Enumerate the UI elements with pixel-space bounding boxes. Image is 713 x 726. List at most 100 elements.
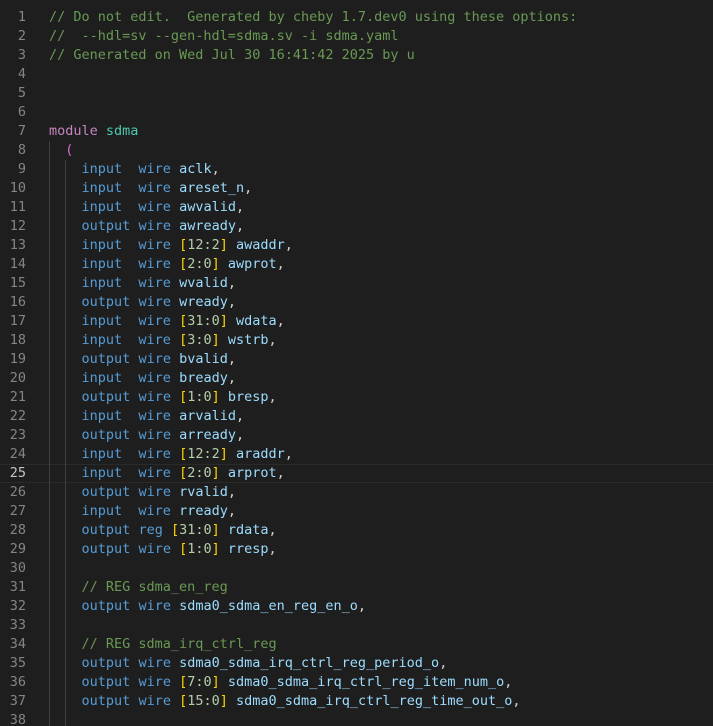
token-punct [171,465,179,481]
code-line[interactable]: 38 [0,711,713,726]
code-line[interactable]: 7 module sdma [0,122,713,141]
token-punct [228,693,236,709]
token-ident: sdma0_sdma_irq_ctrl_reg_time_out_o [236,693,513,709]
code-line[interactable]: 21 output wire [1:0] bresp, [0,388,713,407]
line-number: 5 [17,85,26,101]
token-ident: sdma0_sdma_irq_ctrl_reg_item_num_o [227,674,505,690]
code-line[interactable]: 15 input wire wvalid, [0,274,713,293]
code-line[interactable]: 24 input wire [12:2] araddr, [0,445,713,464]
token-punct: , [235,199,245,215]
code-line[interactable]: 2 // --hdl=sv --gen-hdl=sdma.sv -i sdma.y… [0,27,713,46]
token-punct [220,332,228,348]
token-keyword: input [81,370,123,386]
token-punct [220,541,228,557]
code-text: input wire [3:0] wstrb, [49,331,277,350]
code-line[interactable]: 3 // Generated on Wed Jul 30 16:41:42 202… [0,46,713,65]
token-bracket: ] [211,256,220,272]
token-punct [122,370,138,386]
token-punct [122,180,138,196]
code-line[interactable]: 8 ( [0,141,713,160]
token-punct [171,693,179,709]
code-text: // Do not edit. Generated by cheby 1.7.d… [49,8,577,27]
token-punct [122,256,138,272]
token-punct [171,389,179,405]
token-punct: , [357,598,367,614]
line-number: 3 [17,47,26,63]
code-line[interactable]: 30 [0,559,713,578]
token-type: wire [138,370,171,386]
code-line[interactable]: 18 input wire [3:0] wstrb, [0,331,713,350]
token-keyword: output [81,294,131,310]
token-punct: , [439,655,448,671]
code-line[interactable]: 13 input wire [12:2] awaddr, [0,236,713,255]
token-punct [220,256,228,272]
code-text: output wire [15:0] sdma0_sdma_irq_ctrl_r… [49,692,521,711]
token-punct [220,465,228,481]
line-number: 7 [17,123,26,139]
code-line[interactable]: 17 input wire [31:0] wdata, [0,312,713,331]
code-line[interactable]: 22 input wire arvalid, [0,407,713,426]
code-line[interactable]: 26 output wire rvalid, [0,483,713,502]
token-keyword: output [81,655,131,671]
token-keyword: input [81,275,123,291]
token-ident: wdata [236,313,277,329]
code-line[interactable]: 14 input wire [2:0] awprot, [0,255,713,274]
code-line[interactable]: 9 input wire aclk, [0,160,713,179]
token-bracket: ] [211,674,220,690]
code-editor[interactable]: 1 // Do not edit. Generated by cheby 1.7.… [0,0,713,726]
token-punct: , [227,503,236,519]
code-line[interactable]: 36 output wire [7:0] sdma0_sdma_irq_ctrl… [0,673,713,692]
code-line[interactable]: 11 input wire awvalid, [0,198,713,217]
token-punct [163,522,171,538]
code-line[interactable]: 32 output wire sdma0_sdma_en_reg_en_o, [0,597,713,616]
token-bracket: [ [179,332,188,348]
token-punct [122,313,138,329]
token-type: wire [138,313,171,329]
code-line[interactable]: 4 [0,65,713,84]
code-line[interactable]: 16 output wire wready, [0,293,713,312]
token-type: wire [138,332,171,348]
token-punct [122,503,138,519]
code-line[interactable]: 34 // REG sdma_irq_ctrl_reg [0,635,713,654]
token-type: wire [138,161,171,177]
token-ident: awready [179,218,236,234]
token-punct: , [211,161,220,177]
code-line[interactable]: 35 output wire sdma0_sdma_irq_ctrl_reg_p… [0,654,713,673]
line-number: 27 [9,503,26,519]
token-punct: , [227,370,236,386]
token-bracket: [ [179,693,188,709]
token-punct [171,408,179,424]
token-punct: , [504,674,513,690]
code-line[interactable]: 31 // REG sdma_en_reg [0,578,713,597]
code-line[interactable]: 10 input wire areset_n, [0,179,713,198]
token-punct: , [284,237,293,253]
code-line[interactable]: 27 input wire rready, [0,502,713,521]
token-ident: bresp [227,389,269,405]
token-keyword: input [81,313,123,329]
code-text: ( [49,141,73,160]
token-punct: , [284,446,293,462]
code-line[interactable]: 29 output wire [1:0] rresp, [0,540,713,559]
code-line[interactable]: 37 output wire [15:0] sdma0_sdma_irq_ctr… [0,692,713,711]
code-line[interactable]: 5 [0,84,713,103]
code-line[interactable]: 12 output wire awready, [0,217,713,236]
token-type: wire [138,541,171,557]
code-line[interactable]: 23 output wire arready, [0,426,713,445]
code-line[interactable]: 6 [0,103,713,122]
code-line[interactable]: 19 output wire bvalid, [0,350,713,369]
token-keyword: output [81,522,131,538]
line-number: 31 [9,579,26,595]
token-type: wire [138,655,171,671]
token-type: wire [138,218,171,234]
token-keyword: input [81,465,123,481]
line-number: 29 [9,541,26,557]
token-punct [228,446,236,462]
code-line[interactable]: 28 output reg [31:0] rdata, [0,521,713,540]
code-line[interactable]: 20 input wire bready, [0,369,713,388]
code-line[interactable]: 1 // Do not edit. Generated by cheby 1.7.… [0,8,713,27]
token-punct: , [268,522,277,538]
line-number: 14 [9,256,26,272]
code-line[interactable]: 33 [0,616,713,635]
code-line[interactable]: 25 input wire [2:0] arprot, [0,464,713,483]
token-bracket: ] [219,237,228,253]
